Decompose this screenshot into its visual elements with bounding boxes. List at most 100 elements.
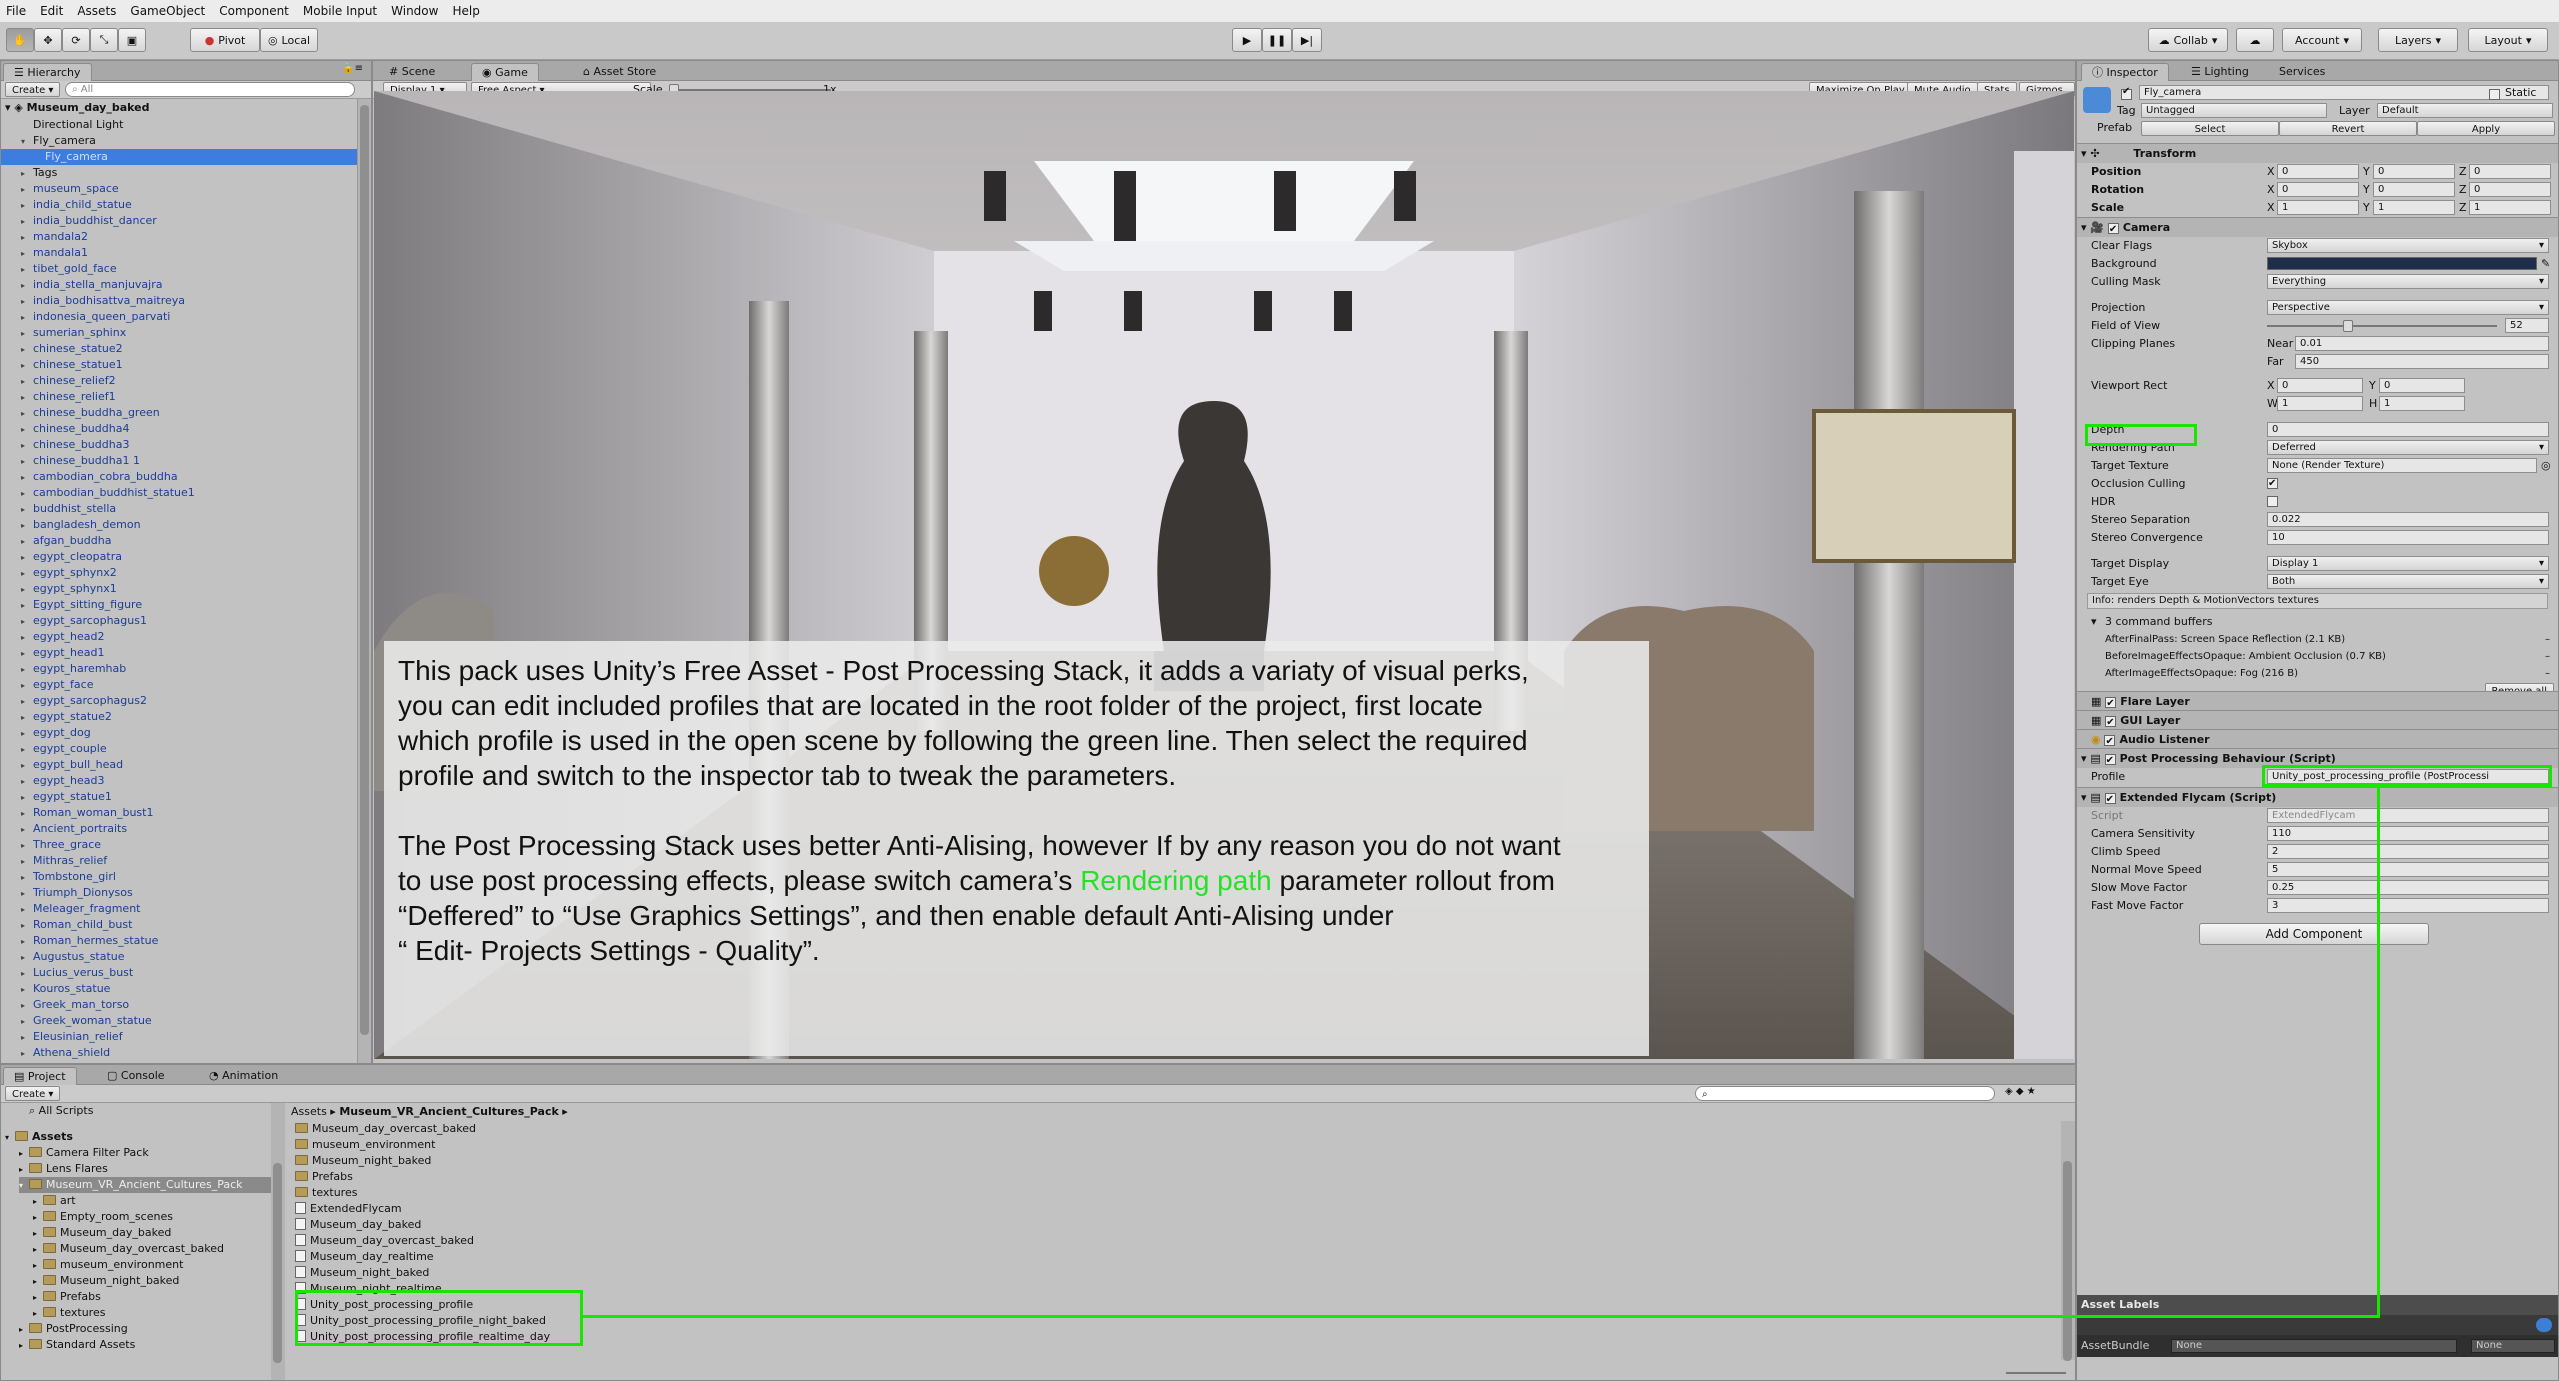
collapse-arrow-icon[interactable]: ▸: [21, 262, 33, 278]
collapse-arrow-icon[interactable]: ▸: [21, 774, 33, 790]
object-picker-icon[interactable]: ◎: [2541, 457, 2551, 475]
viewport-y-field[interactable]: 0: [2379, 378, 2465, 393]
all-scripts-filter[interactable]: ⌕ All Scripts: [29, 1103, 93, 1119]
culling-mask-dropdown[interactable]: Everything ▾: [2267, 274, 2549, 289]
hierarchy-item[interactable]: ▸ egypt_cleopatra: [1, 549, 357, 565]
project-file-item[interactable]: Museum_day_overcast_baked: [295, 1233, 474, 1249]
cloud-button[interactable]: ☁: [2236, 28, 2274, 52]
tree-arrow-icon[interactable]: ▸: [33, 1306, 43, 1322]
collapse-arrow-icon[interactable]: ▸: [21, 374, 33, 390]
collapse-arrow-icon[interactable]: ▸: [21, 294, 33, 310]
hierarchy-item[interactable]: ▸ Athena_shield: [1, 1045, 357, 1061]
clear-flags-dropdown[interactable]: Skybox ▾: [2267, 238, 2549, 253]
transform-header[interactable]: ▾ ✣ Transform: [2077, 143, 2558, 163]
hierarchy-item[interactable]: ▸ Greek_woman_statue: [1, 1013, 357, 1029]
hierarchy-item[interactable]: ▸ museum_space: [1, 181, 357, 197]
hierarchy-item[interactable]: ▸ egypt_sphynx2: [1, 565, 357, 581]
target-eye-dropdown[interactable]: Both ▾: [2267, 574, 2549, 589]
tag-dropdown[interactable]: Untagged: [2141, 103, 2327, 118]
icon-size-slider[interactable]: [2006, 1372, 2066, 1374]
panel-menu-icon[interactable]: 🔒≡: [342, 63, 363, 74]
viewport-h-field[interactable]: 1: [2379, 396, 2465, 411]
collapse-arrow-icon[interactable]: ▸: [21, 598, 33, 614]
flycam-field[interactable]: 3: [2267, 898, 2549, 913]
tree-arrow-icon[interactable]: ▸: [33, 1194, 43, 1210]
hierarchy-item[interactable]: ▸ afgan_buddha: [1, 533, 357, 549]
hierarchy-item[interactable]: ▸ chinese_statue1: [1, 357, 357, 373]
hierarchy-item[interactable]: ▸ egypt_statue2: [1, 709, 357, 725]
scrollbar-thumb[interactable]: [360, 105, 369, 1035]
move-tool-button[interactable]: ✥: [34, 28, 62, 52]
scene-root-row[interactable]: ▾ ◈ Museum_day_baked: [1, 99, 357, 117]
project-file-item[interactable]: Museum_day_baked: [295, 1217, 421, 1233]
hierarchy-item[interactable]: ▸ mandala1: [1, 245, 357, 261]
collapse-arrow-icon[interactable]: ▸: [21, 662, 33, 678]
collapse-arrow-icon[interactable]: ▸: [21, 342, 33, 358]
tab-scene[interactable]: # Scene: [379, 63, 445, 81]
collapse-arrow-icon[interactable]: ▸: [21, 966, 33, 982]
asset-bundle-dropdown[interactable]: None: [2171, 1339, 2457, 1353]
remove-buffer-icon[interactable]: –: [2545, 631, 2550, 649]
menu-item-assets[interactable]: Assets: [77, 4, 116, 18]
eyedropper-icon[interactable]: ✎: [2541, 255, 2550, 273]
local-button[interactable]: ◎ Local: [260, 28, 318, 52]
depth-field[interactable]: 0: [2267, 422, 2549, 437]
asset-labels-bar[interactable]: Asset Labels: [2077, 1295, 2558, 1315]
project-tree-item[interactable]: ▸ Camera Filter Pack: [19, 1145, 284, 1161]
step-button[interactable]: ▶|: [1292, 28, 1322, 52]
scale-tool-button[interactable]: ⤡: [90, 28, 118, 52]
hierarchy-item[interactable]: ▸ Augustus_statue: [1, 949, 357, 965]
hierarchy-item[interactable]: ▸ egypt_head2: [1, 629, 357, 645]
hierarchy-item[interactable]: ▸ buddhist_stella: [1, 501, 357, 517]
collapse-arrow-icon[interactable]: ▸: [21, 678, 33, 694]
hierarchy-item[interactable]: ▸ india_child_statue: [1, 197, 357, 213]
hierarchy-item[interactable]: ▸ chinese_buddha1 1: [1, 453, 357, 469]
add-component-button[interactable]: Add Component: [2199, 923, 2429, 945]
layout-dropdown[interactable]: Layout ▾: [2468, 28, 2548, 52]
transform-x-field[interactable]: 0: [2277, 182, 2359, 197]
hierarchy-item[interactable]: ▸ chinese_buddha_green: [1, 405, 357, 421]
hierarchy-item[interactable]: ▸ chinese_buddha3: [1, 437, 357, 453]
tree-arrow-icon[interactable]: ▸: [33, 1290, 43, 1306]
menu-item-gameobject[interactable]: GameObject: [130, 4, 205, 18]
occlusion-checkbox[interactable]: [2267, 475, 2278, 493]
breadcrumb-pack[interactable]: Museum_VR_Ancient_Cultures_Pack: [339, 1105, 558, 1118]
hierarchy-item[interactable]: ▸ mandala2: [1, 229, 357, 245]
hierarchy-item[interactable]: ▸ egypt_sphynx1: [1, 581, 357, 597]
fov-slider[interactable]: [2267, 320, 2497, 332]
collapse-arrow-icon[interactable]: ▸: [21, 998, 33, 1014]
flare-checkbox[interactable]: [2105, 694, 2117, 714]
hierarchy-item[interactable]: Directional Light: [1, 117, 357, 133]
rendering-path-dropdown[interactable]: Deferred ▾: [2267, 440, 2549, 455]
flycam-field[interactable]: 0.25: [2267, 880, 2549, 895]
transform-z-field[interactable]: 0: [2469, 182, 2551, 197]
stereo-separation-field[interactable]: 0.022: [2267, 512, 2549, 527]
flare-layer-header[interactable]: ▦ Flare Layer: [2077, 691, 2558, 714]
hierarchy-item[interactable]: ▸ Egypt_sitting_figure: [1, 597, 357, 613]
camera-header[interactable]: ▾ 🎥 Camera: [2077, 217, 2558, 240]
hierarchy-item[interactable]: ▸ cambodian_cobra_buddha: [1, 469, 357, 485]
filter-icons[interactable]: ◈ ◆ ★: [2005, 1086, 2036, 1097]
hierarchy-item[interactable]: ▸ cambodian_buddhist_statue1: [1, 485, 357, 501]
hierarchy-item[interactable]: ▸ Ancient_portraits: [1, 821, 357, 837]
collapse-arrow-icon[interactable]: ▸: [21, 838, 33, 854]
hierarchy-item[interactable]: ▸ egypt_couple: [1, 741, 357, 757]
hierarchy-item[interactable]: ▸ Tags: [1, 165, 357, 181]
hierarchy-item[interactable]: ▸ egypt_haremhab: [1, 661, 357, 677]
scrollbar-thumb[interactable]: [2063, 1161, 2072, 1361]
tab-hierarchy[interactable]: ☰ Hierarchy: [3, 63, 92, 81]
collapse-arrow-icon[interactable]: ▸: [21, 1030, 33, 1046]
project-tree-item[interactable]: ▸ Museum_day_baked: [33, 1225, 284, 1241]
menu-item-edit[interactable]: Edit: [40, 4, 63, 18]
hierarchy-item[interactable]: ▸ chinese_relief2: [1, 373, 357, 389]
project-file-item[interactable]: Museum_night_baked: [295, 1153, 431, 1169]
files-scrollbar[interactable]: [2061, 1121, 2075, 1361]
hierarchy-item[interactable]: ▸ tibet_gold_face: [1, 261, 357, 277]
collapse-arrow-icon[interactable]: ▸: [21, 726, 33, 742]
prefab-select-button[interactable]: Select: [2141, 121, 2279, 136]
menu-item-component[interactable]: Component: [219, 4, 289, 18]
hierarchy-item[interactable]: Fly_camera: [1, 149, 357, 165]
hierarchy-item[interactable]: ▸ egypt_bull_head: [1, 757, 357, 773]
collapse-arrow-icon[interactable]: ▸: [21, 166, 33, 182]
hierarchy-item[interactable]: ▸ bangladesh_demon: [1, 517, 357, 533]
